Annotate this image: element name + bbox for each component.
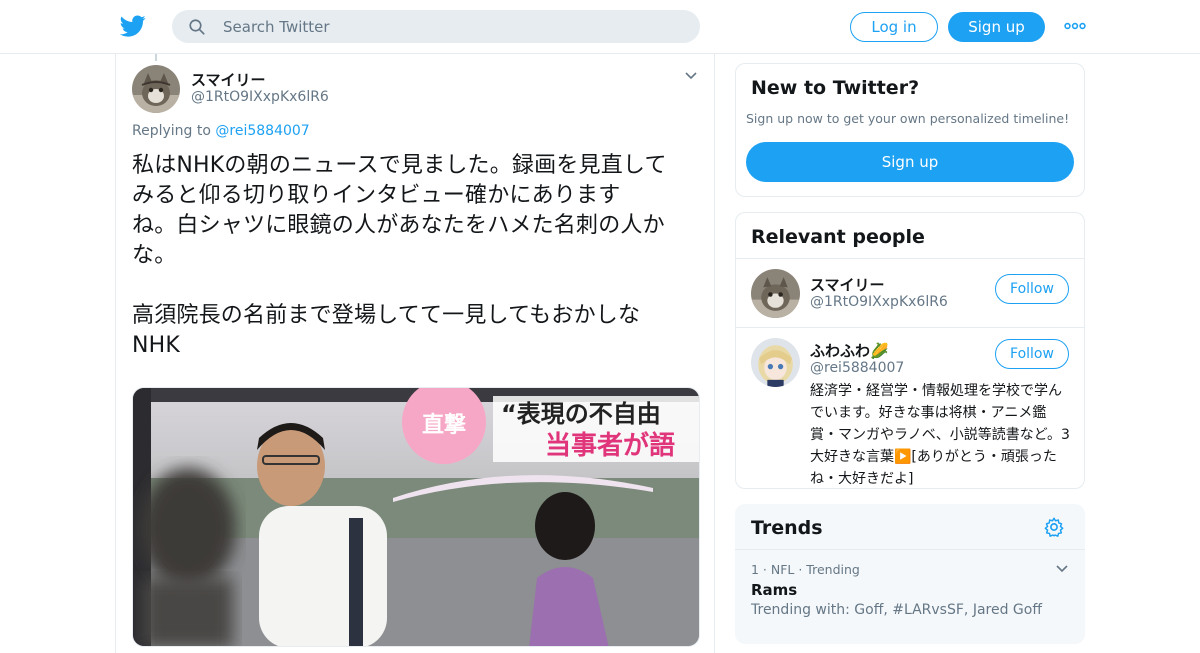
replying-prefix: Replying to [132, 123, 216, 139]
signup-button[interactable]: Sign up [948, 12, 1045, 42]
tweet-text: 私はNHKの朝のニュースで見ました。録画を見直して みると仰る切り取りインタビュ… [132, 153, 667, 358]
search-input[interactable]: Search Twitter [172, 10, 700, 43]
news-video-still: 直撃 “表現の不自由 当事者が語 [133, 388, 699, 646]
person-bio: 経済学・経営学・情報処理を学校で学んでいます。好きな事は将棋・アニメ鑑賞・マンガ… [810, 383, 1070, 487]
person-handle[interactable]: @rei5884007 [810, 360, 904, 376]
search-placeholder: Search Twitter [223, 18, 330, 36]
chevron-down-icon[interactable] [1055, 563, 1069, 575]
person-handle[interactable]: @1RtO9IXxpKx6lR6 [810, 294, 948, 310]
author-name[interactable]: スマイリー [191, 69, 266, 90]
divider [736, 327, 1084, 328]
tweet-media-image[interactable]: 直撃 “表現の不自由 当事者が語 [132, 387, 700, 647]
cat-avatar-image [751, 269, 800, 318]
media-caption-line2: 当事者が語 [545, 430, 675, 461]
person-name[interactable]: スマイリー [810, 274, 885, 295]
avatar[interactable] [751, 338, 800, 387]
replying-to-line: Replying to @rei5884007 [132, 123, 310, 139]
more-dots-icon[interactable] [1064, 18, 1086, 34]
top-navigation-bar: Search Twitter Log in Sign up [0, 0, 1200, 54]
login-button[interactable]: Log in [850, 12, 938, 42]
thread-connector [155, 53, 157, 61]
trend-trending-with: Trending with: Goff, #LARvsSF, Jared Gof… [751, 602, 1042, 618]
tweet-column: スマイリー @1RtO9IXxpKx6lR6 Replying to @rei5… [115, 53, 715, 653]
new-to-twitter-subtitle: Sign up now to get your own personalized… [746, 111, 1070, 126]
avatar[interactable] [751, 269, 800, 318]
media-badge-text: 直撃 [422, 412, 466, 438]
divider [736, 258, 1084, 259]
avatar[interactable] [132, 65, 180, 113]
reply-mention-link[interactable]: @rei5884007 [215, 123, 309, 139]
gear-icon[interactable] [1043, 516, 1065, 538]
trends-card: Trends 1 · NFL · Trending Rams Trending … [735, 504, 1085, 644]
relevant-people-title: Relevant people [751, 226, 925, 248]
cat-avatar-image [132, 65, 180, 113]
new-to-twitter-title: New to Twitter? [751, 77, 920, 99]
anime-avatar-image [751, 338, 800, 387]
person-name[interactable]: ふわふわ🌽 [810, 340, 889, 361]
follow-button[interactable]: Follow [995, 339, 1069, 369]
media-caption-line1: “表現の不自由 [501, 400, 661, 428]
author-handle[interactable]: @1RtO9IXxpKx6lR6 [191, 89, 329, 105]
twitter-bird-icon[interactable] [120, 13, 146, 39]
relevant-people-card: Relevant people スマイリー @1RtO9IXxpKx6lR6 F… [735, 212, 1085, 489]
trends-title: Trends [751, 517, 823, 539]
sidebar-signup-button[interactable]: Sign up [746, 142, 1074, 182]
new-to-twitter-card: New to Twitter? Sign up now to get your … [735, 63, 1085, 197]
trend-name[interactable]: Rams [751, 581, 797, 599]
trend-meta: 1 · NFL · Trending [751, 562, 860, 577]
chevron-down-icon[interactable] [684, 69, 698, 83]
divider [735, 549, 1085, 550]
follow-button[interactable]: Follow [995, 274, 1069, 304]
search-icon [189, 19, 205, 35]
